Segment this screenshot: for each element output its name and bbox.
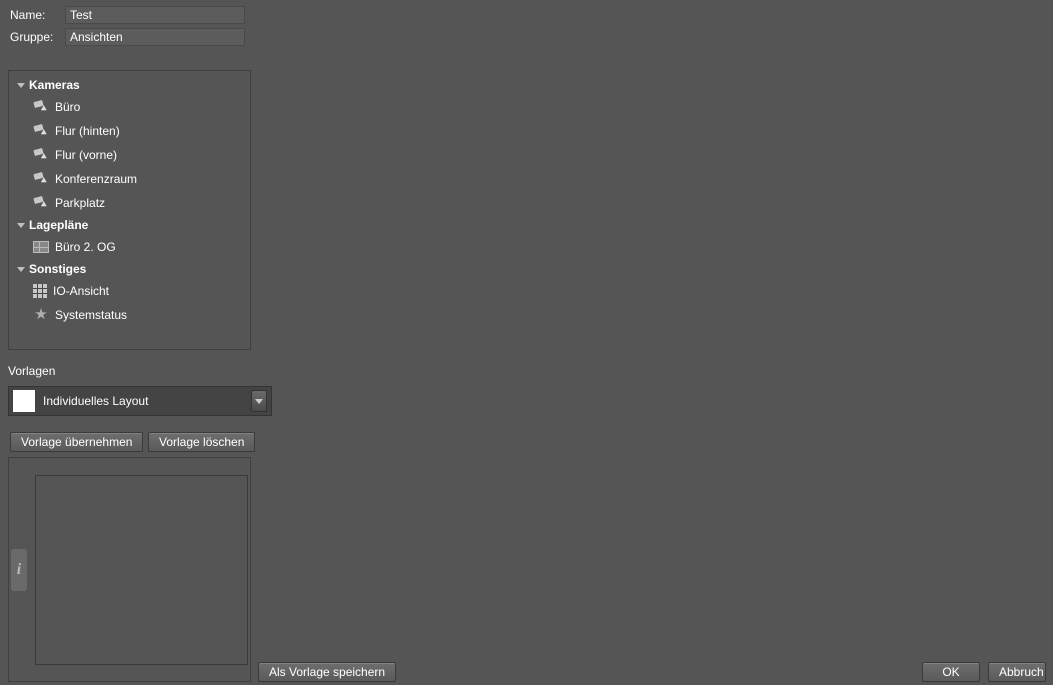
tree-item-label: Systemstatus bbox=[55, 308, 127, 322]
chevron-down-icon bbox=[17, 267, 25, 272]
camera-icon bbox=[33, 123, 49, 139]
template-selected-label: Individuelles Layout bbox=[43, 394, 243, 408]
apply-template-button[interactable]: Vorlage übernehmen bbox=[10, 432, 143, 452]
tree-item[interactable]: Büro bbox=[11, 95, 248, 119]
chevron-down-icon bbox=[17, 83, 25, 88]
ok-button[interactable]: OK bbox=[922, 662, 980, 682]
camera-icon bbox=[33, 195, 49, 211]
camera-icon bbox=[33, 99, 49, 115]
tree-group-label: Lagepläne bbox=[29, 218, 88, 232]
save-as-template-button[interactable]: Als Vorlage speichern bbox=[258, 662, 396, 682]
tree-item[interactable]: Büro 2. OG bbox=[11, 235, 248, 259]
tree-group-label: Kameras bbox=[29, 78, 80, 92]
tree-item-label: IO-Ansicht bbox=[53, 284, 109, 298]
name-input[interactable] bbox=[65, 6, 245, 24]
delete-template-button[interactable]: Vorlage löschen bbox=[148, 432, 255, 452]
tree-item[interactable]: IO-Ansicht bbox=[11, 279, 248, 303]
tree-group[interactable]: Lagepläne bbox=[11, 215, 248, 235]
tree-item-label: Parkplatz bbox=[55, 196, 105, 210]
chevron-down-icon bbox=[17, 223, 25, 228]
tree-item[interactable]: Flur (hinten) bbox=[11, 119, 248, 143]
tree-item-label: Flur (hinten) bbox=[55, 124, 120, 138]
name-label: Name: bbox=[10, 8, 65, 22]
tree-group[interactable]: Sonstiges bbox=[11, 259, 248, 279]
templates-section-label: Vorlagen bbox=[8, 364, 55, 378]
grid-icon bbox=[33, 284, 47, 298]
camera-icon bbox=[33, 171, 49, 187]
star-icon: ★ bbox=[33, 307, 49, 323]
info-icon[interactable]: i bbox=[11, 549, 27, 591]
template-dropdown[interactable]: Individuelles Layout bbox=[8, 386, 272, 416]
cancel-button[interactable]: Abbruch bbox=[988, 662, 1046, 682]
tree-item-label: Konferenzraum bbox=[55, 172, 137, 186]
floorplan-icon bbox=[33, 241, 49, 253]
group-label: Gruppe: bbox=[10, 30, 65, 44]
group-input[interactable] bbox=[65, 28, 245, 46]
tree-group-label: Sonstiges bbox=[29, 262, 86, 276]
tree-item[interactable]: Flur (vorne) bbox=[11, 143, 248, 167]
camera-icon bbox=[33, 147, 49, 163]
tree-item-label: Flur (vorne) bbox=[55, 148, 117, 162]
tree-item[interactable]: Konferenzraum bbox=[11, 167, 248, 191]
layout-thumbnail-icon bbox=[13, 390, 35, 412]
chevron-down-icon[interactable] bbox=[251, 390, 267, 412]
tree-item[interactable]: ★ Systemstatus bbox=[11, 303, 248, 327]
tree-group[interactable]: Kameras bbox=[11, 75, 248, 95]
sources-tree[interactable]: Kameras Büro Flur (hinten) Flur (vorne) Konf… bbox=[8, 70, 251, 350]
preview-panel: i bbox=[8, 457, 251, 682]
layout-preview-box[interactable] bbox=[35, 475, 248, 665]
tree-item-label: Büro 2. OG bbox=[55, 240, 116, 254]
tree-item[interactable]: Parkplatz bbox=[11, 191, 248, 215]
tree-item-label: Büro bbox=[55, 100, 80, 114]
